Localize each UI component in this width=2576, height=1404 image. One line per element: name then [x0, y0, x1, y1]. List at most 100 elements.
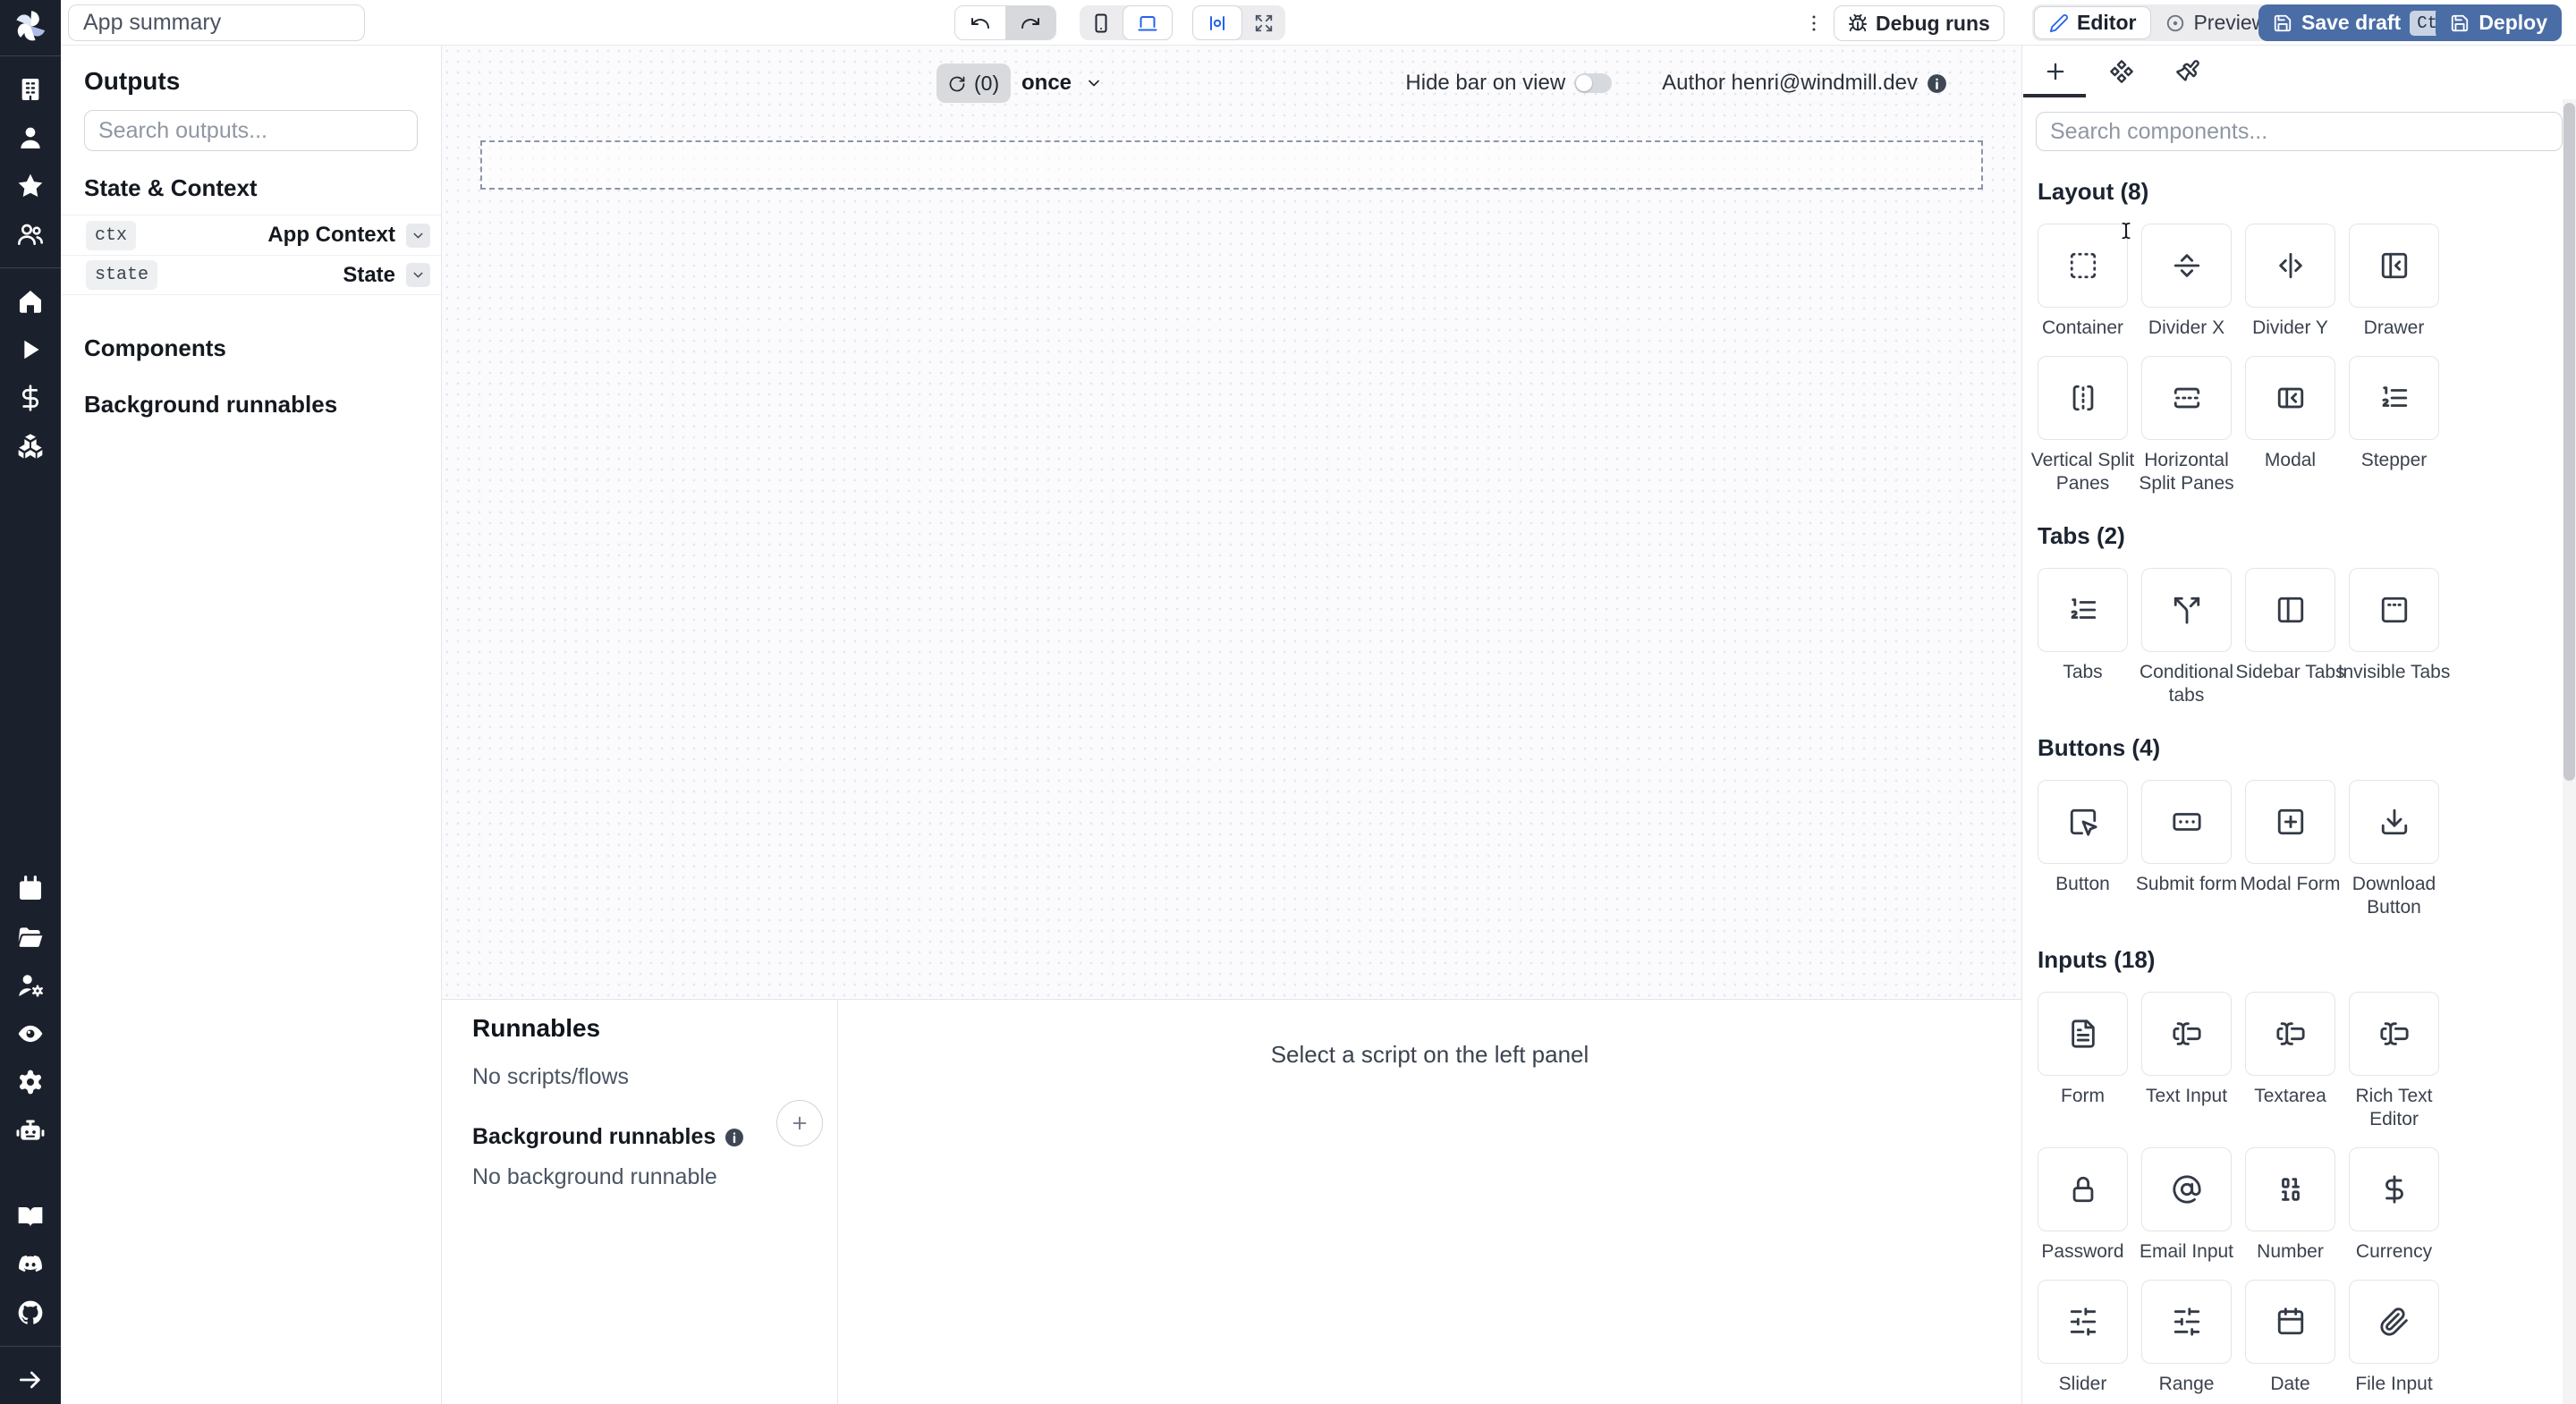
- component-card-box[interactable]: [2141, 568, 2232, 652]
- tab-styling[interactable]: [2155, 46, 2221, 97]
- component-card-box[interactable]: [2038, 780, 2128, 864]
- component-card-box[interactable]: [2141, 992, 2232, 1076]
- component-card-modal[interactable]: Modal: [2245, 356, 2335, 495]
- component-card-modal-form[interactable]: Modal Form: [2240, 780, 2341, 919]
- component-card-rich-text-editor[interactable]: Rich Text Editor: [2349, 992, 2439, 1131]
- component-card-box[interactable]: [2245, 780, 2335, 864]
- component-card-box[interactable]: [2141, 356, 2232, 440]
- github-icon[interactable]: [16, 1298, 45, 1327]
- folder-icon[interactable]: [16, 923, 45, 952]
- component-card-box[interactable]: [2349, 780, 2439, 864]
- component-card-box[interactable]: [2141, 1147, 2232, 1231]
- bot-icon[interactable]: [16, 1116, 45, 1145]
- component-card-vertical-split-panes[interactable]: Vertical Split Panes: [2031, 356, 2134, 495]
- component-card-box[interactable]: [2245, 568, 2335, 652]
- redo-button[interactable]: [1005, 6, 1055, 39]
- component-card-text-input[interactable]: Text Input: [2141, 992, 2232, 1131]
- component-card-box[interactable]: [2349, 1147, 2439, 1231]
- book-icon[interactable]: [16, 1202, 45, 1231]
- component-card-box[interactable]: [2245, 224, 2335, 308]
- component-card-box[interactable]: [2349, 356, 2439, 440]
- component-card-divider-y[interactable]: Divider Y: [2245, 224, 2335, 340]
- debug-runs-button[interactable]: Debug runs: [1834, 5, 2004, 41]
- component-dropzone[interactable]: [480, 140, 1983, 190]
- component-card-box[interactable]: [2245, 1280, 2335, 1364]
- arrow-right-icon[interactable]: [16, 1366, 45, 1394]
- center-align-button[interactable]: [1192, 5, 1242, 40]
- component-card-drawer[interactable]: Drawer: [2349, 224, 2439, 340]
- home-icon[interactable]: [16, 287, 45, 316]
- component-card-date[interactable]: Date: [2245, 1280, 2335, 1396]
- boxes-icon[interactable]: [16, 432, 45, 461]
- component-card-box[interactable]: [2038, 1280, 2128, 1364]
- author-info-icon[interactable]: [1926, 72, 1948, 95]
- play-icon[interactable]: [16, 335, 45, 364]
- search-outputs-input[interactable]: [84, 110, 418, 151]
- component-card-conditional-tabs[interactable]: Conditional tabs: [2140, 568, 2233, 707]
- component-card-box[interactable]: [2349, 224, 2439, 308]
- users-icon[interactable]: [16, 220, 45, 249]
- hide-bar-toggle[interactable]: [1574, 73, 1613, 93]
- component-card-number[interactable]: Number: [2245, 1147, 2335, 1264]
- component-card-box[interactable]: [2038, 992, 2128, 1076]
- app-summary-input[interactable]: [68, 4, 365, 41]
- component-card-submit-form[interactable]: Submit form: [2136, 780, 2237, 919]
- undo-button[interactable]: [955, 6, 1005, 39]
- search-components-input[interactable]: [2036, 112, 2563, 151]
- user-icon[interactable]: [16, 123, 45, 152]
- app-canvas[interactable]: (0) once Hide bar on view Author henri@w…: [442, 46, 2021, 999]
- component-card-container[interactable]: Container: [2038, 224, 2128, 340]
- refresh-button[interactable]: (0): [936, 63, 1012, 103]
- component-card-email-input[interactable]: Email Input: [2140, 1147, 2233, 1264]
- scrollbar-thumb[interactable]: [2563, 103, 2575, 781]
- component-card-currency[interactable]: Currency: [2349, 1147, 2439, 1264]
- component-card-box[interactable]: [2349, 1280, 2439, 1364]
- component-card-invisible-tabs[interactable]: Invisible Tabs: [2338, 568, 2450, 707]
- windmill-logo-icon[interactable]: [10, 5, 51, 47]
- component-card-password[interactable]: Password: [2038, 1147, 2128, 1264]
- expand-button[interactable]: [1242, 5, 1285, 40]
- user-cog-icon[interactable]: [16, 971, 45, 1000]
- ctx-expand-button[interactable]: [406, 223, 430, 248]
- gear-icon[interactable]: [16, 1068, 45, 1096]
- building-icon[interactable]: [16, 75, 45, 104]
- component-card-divider-x[interactable]: Divider X: [2141, 224, 2232, 340]
- refresh-mode-dropdown[interactable]: once: [1021, 63, 1103, 103]
- component-card-box[interactable]: [2141, 780, 2232, 864]
- bg-runnables-info-icon[interactable]: [724, 1127, 745, 1148]
- component-card-box[interactable]: [2245, 356, 2335, 440]
- component-card-textarea[interactable]: Textarea: [2245, 992, 2335, 1131]
- desktop-view-button[interactable]: [1123, 5, 1173, 40]
- star-icon[interactable]: [16, 172, 45, 200]
- tab-insert-component[interactable]: [2022, 46, 2089, 97]
- panel-scrollbar[interactable]: [2563, 99, 2576, 1404]
- component-card-box[interactable]: [2038, 356, 2128, 440]
- editor-tab[interactable]: Editor: [2034, 6, 2152, 39]
- component-card-form[interactable]: Form: [2038, 992, 2128, 1131]
- component-card-file-input[interactable]: File Input: [2349, 1280, 2439, 1396]
- component-card-box[interactable]: [2038, 568, 2128, 652]
- state-expand-button[interactable]: [406, 263, 430, 287]
- add-background-runnable-button[interactable]: [776, 1100, 823, 1146]
- tab-component-settings[interactable]: [2089, 46, 2155, 97]
- component-card-box[interactable]: [2141, 224, 2232, 308]
- component-card-box[interactable]: [2349, 568, 2439, 652]
- component-card-box[interactable]: [2141, 1280, 2232, 1364]
- component-card-stepper[interactable]: Stepper: [2349, 356, 2439, 495]
- component-card-tabs[interactable]: Tabs: [2038, 568, 2128, 707]
- eye-icon[interactable]: [16, 1019, 45, 1048]
- calendar-icon[interactable]: [16, 875, 45, 903]
- component-card-range[interactable]: Range: [2141, 1280, 2232, 1396]
- discord-icon[interactable]: [16, 1250, 45, 1279]
- component-card-horizontal-split-panes[interactable]: Horizontal Split Panes: [2139, 356, 2234, 495]
- state-row[interactable]: state State: [61, 255, 441, 295]
- component-card-sidebar-tabs[interactable]: Sidebar Tabs: [2235, 568, 2345, 707]
- component-card-download-button[interactable]: Download Button: [2349, 780, 2439, 919]
- ctx-row[interactable]: ctx App Context: [61, 215, 441, 255]
- more-menu-button[interactable]: [1800, 9, 1828, 38]
- deploy-button[interactable]: Deploy: [2436, 4, 2562, 41]
- mobile-view-button[interactable]: [1080, 5, 1123, 40]
- component-card-box[interactable]: [2038, 224, 2128, 308]
- component-card-button[interactable]: Button: [2038, 780, 2128, 919]
- component-card-box[interactable]: [2245, 992, 2335, 1076]
